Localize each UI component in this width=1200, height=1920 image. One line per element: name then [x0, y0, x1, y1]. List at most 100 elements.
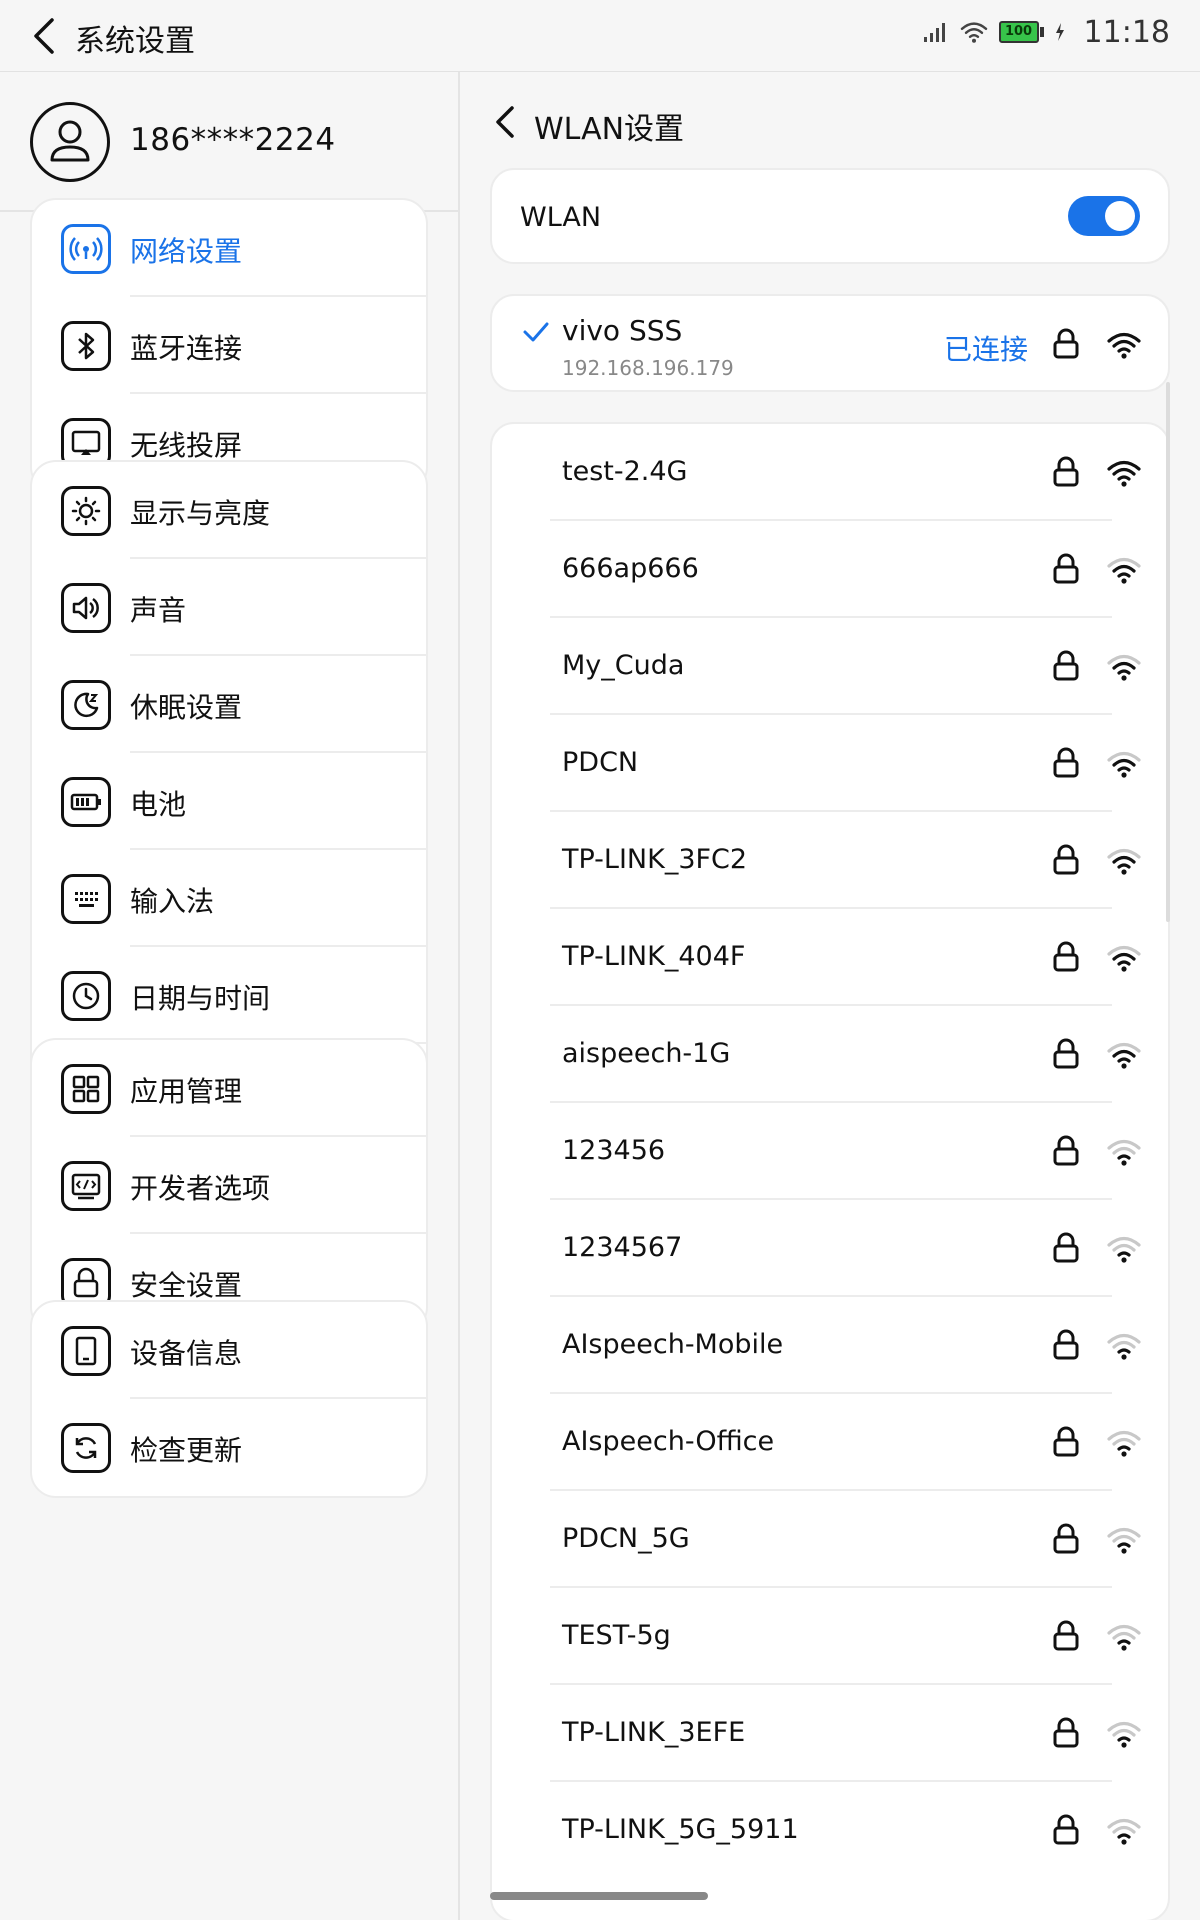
network-row[interactable]: AIspeech-Office [492, 1394, 1168, 1491]
network-row[interactable]: test-2.4G [492, 424, 1168, 521]
wlan-switch-label: WLAN [520, 202, 602, 233]
network-ssid: test-2.4G [562, 456, 688, 487]
sidebar-item[interactable]: 网络设置 [32, 200, 426, 297]
sidebar-item-label: 休眠设置 [130, 691, 243, 724]
network-row[interactable]: TP-LINK_3EFE [492, 1685, 1168, 1782]
refresh-icon [61, 1423, 111, 1473]
wifi-signal-icon [1106, 1525, 1142, 1555]
tablet-icon [61, 1326, 111, 1376]
network-ssid: TP-LINK_3EFE [562, 1717, 746, 1748]
settings-sidebar: 186****2224 网络设置蓝牙连接无线投屏 显示与亮度声音休眠设置电池 输入法… [0, 72, 458, 1920]
wifi-signal-icon [1106, 1137, 1142, 1167]
lock-icon [1053, 328, 1079, 359]
wlan-back-icon[interactable] [490, 102, 520, 142]
network-row[interactable]: TP-LINK_5G_5911 [492, 1782, 1168, 1879]
network-ssid: TP-LINK_5G_5911 [562, 1814, 799, 1845]
network-row[interactable]: PDCN_5G [492, 1491, 1168, 1588]
wifi-signal-icon [1106, 555, 1142, 585]
network-row[interactable]: TEST-5g [492, 1588, 1168, 1685]
sidebar-item-label: 无线投屏 [130, 429, 243, 462]
wifi-signal-icon [1106, 749, 1142, 779]
wlan-title: WLAN设置 [534, 112, 685, 147]
network-ssid: aispeech-1G [562, 1038, 731, 1069]
network-row[interactable]: My_Cuda [492, 618, 1168, 715]
network-ssid: 666ap666 [562, 553, 699, 584]
wifi-signal-icon [1106, 458, 1142, 488]
avatar [30, 102, 110, 182]
status-bar: 100 11:18 [923, 12, 1170, 52]
lock-icon [1052, 650, 1080, 682]
sidebar-item[interactable]: 显示与亮度 [32, 462, 426, 559]
network-ssid: TP-LINK_404F [562, 941, 746, 972]
network-row[interactable]: TP-LINK_3FC2 [492, 812, 1168, 909]
wifi-signal-icon [1106, 1331, 1142, 1361]
sidebar-item[interactable]: 应用管理 [32, 1040, 426, 1137]
home-indicator[interactable] [490, 1892, 708, 1900]
sidebar-item[interactable]: 输入法 [32, 850, 426, 947]
wifi-signal-icon [1106, 1428, 1142, 1458]
settings-group: 网络设置蓝牙连接无线投屏 [30, 198, 428, 493]
lock-icon [1052, 1717, 1080, 1749]
network-row[interactable]: 1234567 [492, 1200, 1168, 1297]
sidebar-item[interactable]: 检查更新 [32, 1399, 426, 1496]
bluetooth-icon [61, 321, 111, 371]
keyboard-icon [61, 874, 111, 924]
wlan-toggle[interactable] [1068, 196, 1140, 236]
sidebar-item-label: 网络设置 [130, 235, 243, 268]
network-ssid: AIspeech-Office [562, 1426, 775, 1457]
sidebar-item[interactable]: 蓝牙连接 [32, 297, 426, 394]
wifi-signal-icon [1106, 1622, 1142, 1652]
battery-indicator: 100 [998, 21, 1044, 43]
lock-icon [1052, 1135, 1080, 1167]
network-ssid: PDCN_5G [562, 1523, 690, 1554]
connected-network-card[interactable]: vivo SSS 192.168.196.179 已连接 [490, 294, 1170, 392]
sidebar-item-label: 安全设置 [130, 1269, 243, 1302]
sidebar-item-label: 声音 [130, 594, 187, 627]
back-arrow-icon[interactable] [28, 14, 60, 58]
sidebar-item[interactable]: 开发者选项 [32, 1137, 426, 1234]
wifi-signal-icon [1107, 332, 1141, 359]
network-ssid: 1234567 [562, 1232, 683, 1263]
account-phone: 186****2224 [130, 122, 336, 158]
lock-icon [1052, 1620, 1080, 1652]
sidebar-item-label: 蓝牙连接 [130, 332, 243, 365]
network-ssid: 123456 [562, 1135, 666, 1166]
sidebar-item[interactable]: 休眠设置 [32, 656, 426, 753]
network-row[interactable]: 123456 [492, 1103, 1168, 1200]
sidebar-item[interactable]: 设备信息 [32, 1302, 426, 1399]
sidebar-item-label: 应用管理 [130, 1075, 243, 1108]
settings-group: 设备信息检查更新 [30, 1300, 428, 1498]
status-time: 11:18 [1083, 14, 1170, 50]
moon-icon [61, 680, 111, 730]
lock-icon [1052, 456, 1080, 488]
user-icon [50, 120, 90, 162]
scrollbar[interactable] [1166, 382, 1170, 922]
account-header[interactable]: 186****2224 [0, 72, 458, 212]
battery-icon [61, 777, 111, 827]
network-row[interactable]: TP-LINK_404F [492, 909, 1168, 1006]
lock-icon [1052, 553, 1080, 585]
sidebar-item[interactable]: 电池 [32, 753, 426, 850]
clock-icon [61, 971, 111, 1021]
sidebar-item-label: 日期与时间 [130, 982, 271, 1015]
lock-icon [1052, 1038, 1080, 1070]
lock-icon [1052, 1426, 1080, 1458]
network-ssid: PDCN [562, 747, 639, 778]
network-row[interactable]: AIspeech-Mobile [492, 1297, 1168, 1394]
sidebar-item[interactable]: 声音 [32, 559, 426, 656]
wifi-signal-icon [1106, 1816, 1142, 1846]
lock-icon [1052, 747, 1080, 779]
code-icon [61, 1161, 111, 1211]
sidebar-item-label: 设备信息 [130, 1337, 243, 1370]
connection-status: 已连接 [944, 333, 1029, 366]
wifi-signal-icon [1106, 1719, 1142, 1749]
network-row[interactable]: 666ap666 [492, 521, 1168, 618]
sidebar-item[interactable]: 日期与时间 [32, 947, 426, 1044]
top-bar: 系统设置 100 11:18 [0, 0, 1200, 72]
available-networks-card: test-2.4G 666ap666 My_Cuda PDCN TP-LINK_3FC2… [490, 422, 1170, 1920]
network-row[interactable]: PDCN [492, 715, 1168, 812]
lock-icon [1052, 941, 1080, 973]
wifi-signal-icon [1106, 1234, 1142, 1264]
network-row[interactable]: aispeech-1G [492, 1006, 1168, 1103]
battery-level: 100 [998, 21, 1039, 43]
